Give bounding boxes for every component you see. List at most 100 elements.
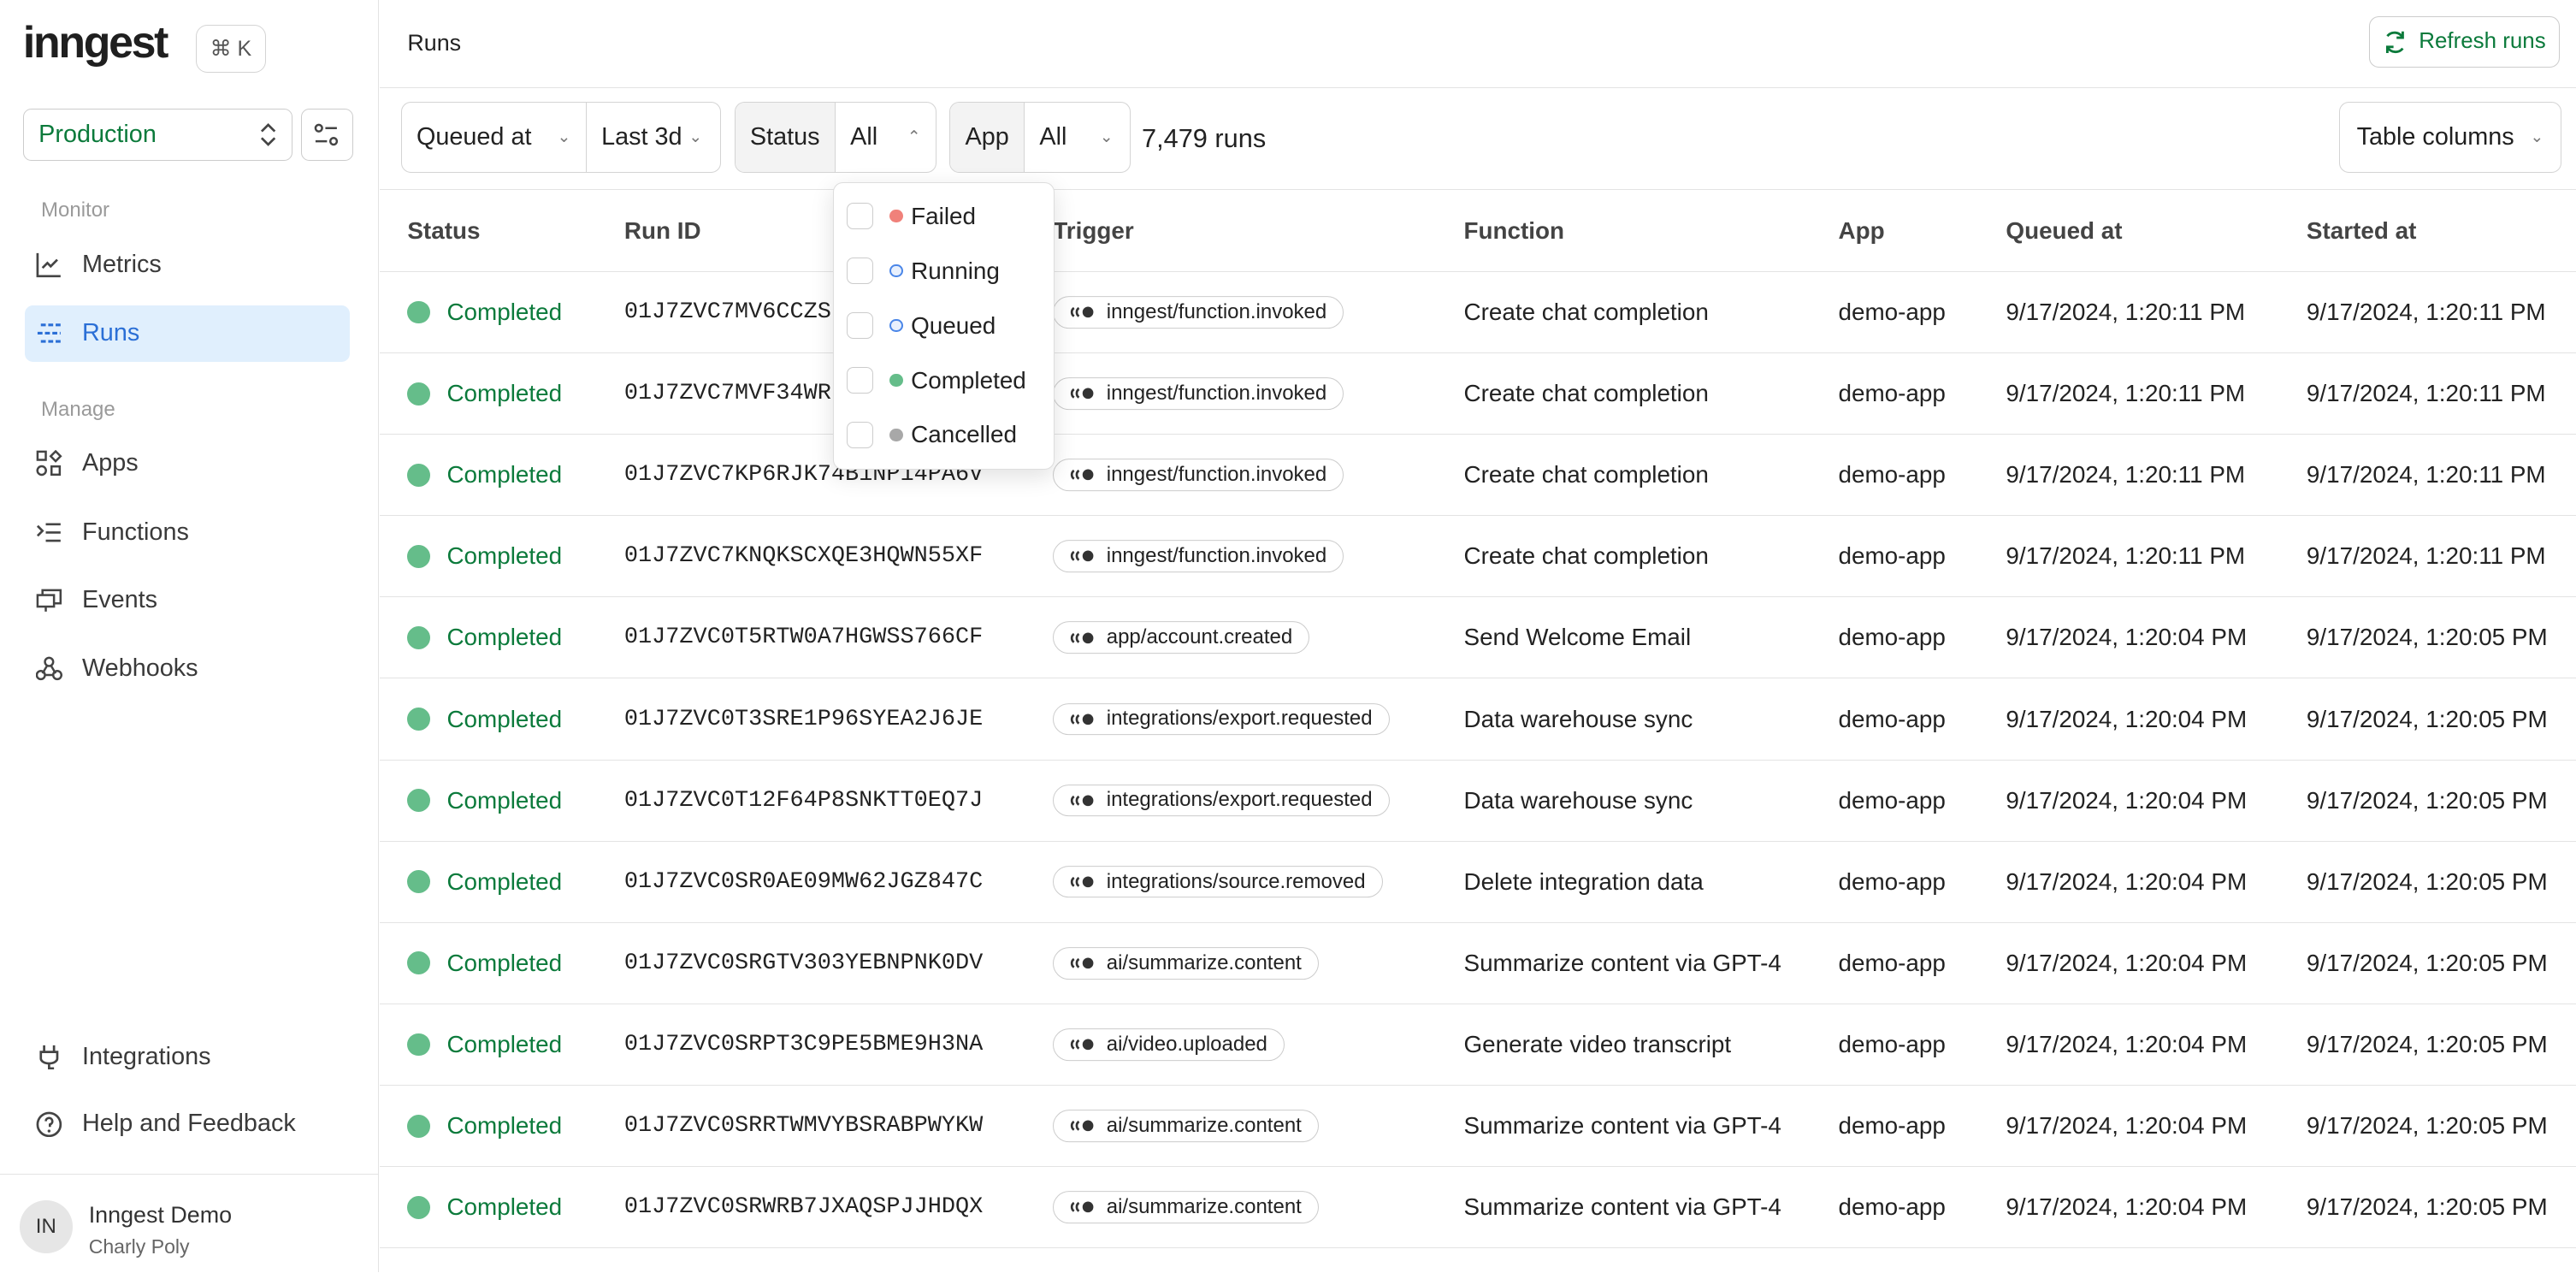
table-row[interactable]: Completed 01J7ZVC0T12F64P8SNKTT0EQ7J integ… [379,761,2576,842]
run-id[interactable]: 01J7ZVC0T12F64P8SNKTT0EQ7J [624,788,983,814]
table-row[interactable]: Completed 01J7ZVC7MV6CCZS inngest/function… [379,272,2576,354]
run-id[interactable]: 01J7ZVC0T3SRE1P96SYEA2J6JE [624,707,983,732]
trigger-pill[interactable]: inngest/function.invoked [1053,540,1344,573]
sidebar-item-help[interactable]: Help and Feedback [25,1096,350,1152]
sidebar-item-integrations[interactable]: Integrations [25,1028,350,1084]
column-header[interactable]: Function [1464,217,1565,245]
column-header[interactable]: Queued at [2006,217,2122,245]
completed-status-icon [407,708,431,731]
events-icon [36,587,66,613]
time-range-select[interactable]: Last 3d ⌄ [587,103,718,172]
table-row[interactable]: Completed 01J7ZVC0SR0AE09MW62JGZ847C integ… [379,842,2576,923]
sidebar-item-functions[interactable]: Functions [25,505,350,560]
run-id[interactable]: 01J7ZVC0SRWRB7JXAQSPJJHDQX [624,1194,983,1220]
column-header[interactable]: Run ID [624,217,701,245]
environment-settings-button[interactable] [300,108,353,162]
time-filter: Queued at ⌄ Last 3d ⌄ [400,102,722,173]
user-menu[interactable]: IN Inngest Demo Charly Poly [0,1173,378,1273]
status-cell: Completed [407,380,562,407]
table-row[interactable]: Completed 01J7ZVC0SRGTV303YEBNPNK0DV ai/su… [379,923,2576,1004]
trigger-name: ai/summarize.content [1106,950,1302,974]
app-filter[interactable]: App All ⌄ [949,102,1131,173]
checkbox[interactable] [847,258,873,284]
table-row[interactable]: Completed 01J7ZVC0SRPT3C9PE5BME9H3NA ai/vi… [379,1004,2576,1086]
trigger-pill[interactable]: inngest/function.invoked [1053,459,1344,492]
function-name: Create chat completion [1463,298,1709,325]
run-id[interactable]: 01J7ZVC7KNQKSCXQE3HQWN55XF [624,543,983,569]
environment-select[interactable]: Production [22,108,292,162]
command-palette-button[interactable]: ⌘ K [195,24,267,73]
sidebar-item-metrics[interactable]: Metrics [25,237,350,293]
table-row[interactable]: Completed 01J7ZVC0SRWRB7JXAQSPJJHDQX ai/su… [379,1167,2576,1249]
sidebar-item-label: Help and Feedback [82,1110,296,1138]
completed-status-icon [407,544,431,568]
completed-status-icon [407,382,431,406]
column-header[interactable]: App [1838,217,1884,245]
checkbox[interactable] [847,312,873,339]
apps-grid-icon [36,450,66,477]
status-option-running[interactable]: Running [847,254,1000,287]
inngest-logo[interactable]: inngest [23,16,169,68]
sidebar-item-events[interactable]: Events [25,571,350,627]
trigger-pill[interactable]: app/account.created [1053,621,1310,654]
table-row[interactable]: Completed 01J7ZVC7KP6RJK74B1NP14PA6V innge… [379,435,2576,517]
table-row[interactable]: Completed 01J7ZVC0SRRTWMVYBSRABPWYKW ai/su… [379,1086,2576,1168]
table-row[interactable]: Completed 01J7ZVC7MVF34WR inngest/function… [379,353,2576,435]
status-filter-select[interactable]: All ⌃ [836,103,936,172]
trigger-pill[interactable]: integrations/export.requested [1053,784,1390,817]
runs-count: 7,479 runs [1142,123,1267,154]
trigger-pill[interactable]: inngest/function.invoked [1053,377,1344,410]
status-dot-icon [889,263,903,278]
refresh-icon [2385,31,2404,53]
sidebar-item-webhooks[interactable]: Webhooks [25,641,350,696]
table-columns-button[interactable]: Table columns ⌄ [2339,102,2561,173]
status-option-cancelled[interactable]: Cancelled [847,418,1017,451]
column-header[interactable]: Status [407,217,480,245]
run-id[interactable]: 01J7ZVC0SRGTV303YEBNPNK0DV [624,950,983,976]
status-option-completed[interactable]: Completed [847,364,1026,396]
event-icon [1070,876,1093,888]
run-id[interactable]: 01J7ZVC0SR0AE09MW62JGZ847C [624,869,983,895]
trigger-pill[interactable]: integrations/export.requested [1053,702,1390,736]
table-row[interactable]: Completed 01J7ZVC0T3SRE1P96SYEA2J6JE integ… [379,678,2576,761]
time-field-select[interactable]: Queued at ⌄ [402,103,587,172]
column-header[interactable]: Trigger [1053,217,1133,245]
app-name: demo-app [1838,1193,1946,1221]
run-id[interactable]: 01J7ZVC0T5RTW0A7HGWSS766CF [624,625,983,650]
refresh-runs-button[interactable]: Refresh runs [2368,16,2560,68]
trigger-pill[interactable]: inngest/function.invoked [1053,296,1344,329]
trigger-pill[interactable]: integrations/source.removed [1053,865,1383,898]
status-cell: Completed [407,299,562,326]
table-row[interactable]: Completed 01J7ZVC0T5RTW0A7HGWSS766CF app/a… [379,597,2576,679]
functions-icon [36,521,66,544]
run-id[interactable]: 01J7ZVC0SRPT3C9PE5BME9H3NA [624,1032,983,1057]
sidebar-item-apps[interactable]: Apps [25,435,350,491]
status-text: Completed [446,705,563,732]
trigger-pill[interactable]: ai/summarize.content [1053,1110,1320,1142]
table-row[interactable]: Completed 01J7ZVC7KNQKSCXQE3HQWN55XF innge… [379,516,2576,598]
function-name: Data warehouse sync [1463,705,1693,732]
status-cell: Completed [407,868,562,896]
status-option-failed[interactable]: Failed [847,199,976,232]
status-cell: Completed [407,950,562,977]
section-manage: Manage [41,397,115,421]
trigger-pill[interactable]: ai/summarize.content [1053,1191,1320,1223]
checkbox[interactable] [847,422,873,448]
runs-table: Status Run ID Trigger Function App Queued at S… [379,191,2576,1249]
run-id[interactable]: 01J7ZVC0SRRTWMVYBSRABPWYKW [624,1113,983,1139]
column-header[interactable]: Started at [2307,217,2416,245]
checkbox[interactable] [847,203,873,229]
sidebar-item-runs[interactable]: Runs [24,305,351,362]
trigger-pill[interactable]: ai/summarize.content [1053,947,1320,980]
run-id[interactable]: 01J7ZVC7MVF34WR [624,381,831,406]
status-dropdown-menu: Failed Running Queued Completed Cancelled [832,182,1055,471]
status-filter[interactable]: Status All ⌃ [734,102,936,173]
app-name: demo-app [1838,786,1946,814]
trigger-pill[interactable]: ai/video.uploaded [1053,1028,1285,1061]
status-option-queued[interactable]: Queued [847,309,996,341]
queued-at: 9/17/2024, 1:20:11 PM [2006,380,2246,407]
trigger-name: ai/video.uploaded [1106,1032,1267,1056]
run-id[interactable]: 01J7ZVC7MV6CCZS [624,299,831,325]
checkbox[interactable] [847,367,873,394]
app-filter-select[interactable]: All ⌄ [1025,103,1128,172]
